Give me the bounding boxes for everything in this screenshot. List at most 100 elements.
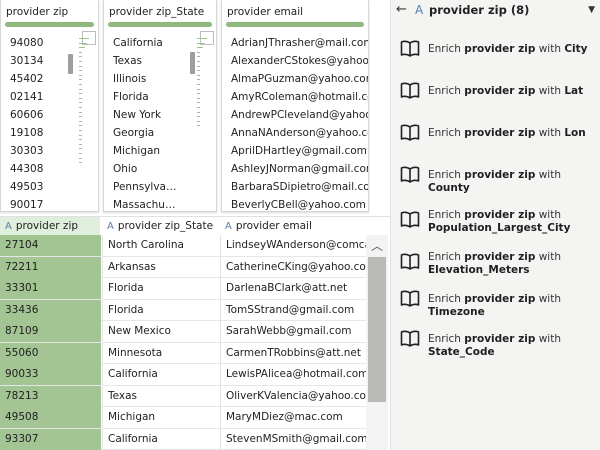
cell-provider-email[interactable]: DarlenaBClark@att.net [220,278,366,299]
enrich-prefix: Enrich [428,251,461,263]
cell-provider-zip-state[interactable]: North Carolina [102,235,218,256]
profile-value-item[interactable]: Massachu… [104,196,216,211]
table-row[interactable]: 55060 Minnesota CarmenTRobbins@att.net [0,342,366,364]
enrich-with: with [538,169,561,181]
table-row[interactable]: 33436 Florida TomSStrand@gmail.com [0,299,366,321]
profile-value-item[interactable]: 94080 [1,34,98,52]
profile-value-item[interactable]: Illinois [104,70,216,88]
column-header-provider-email[interactable]: Aprovider email [220,217,370,235]
cell-provider-email[interactable]: LewisPAlicea@hotmail.com [220,364,366,385]
cell-provider-zip-state[interactable]: Florida [102,278,218,299]
cell-provider-zip-state[interactable]: Texas [102,385,218,407]
profile-value-item[interactable]: AmyRColeman@hotmail.com [222,88,368,106]
enrich-item-label: Enrich provider zip with Lat [428,85,600,98]
profile-value-item[interactable]: BeverlyCBell@yahoo.com [222,196,368,211]
string-type-icon: A [107,221,114,232]
enrich-subject: provider zip [464,333,536,345]
cell-provider-email[interactable]: OliverKValencia@yahoo.com [220,385,366,407]
chevron-down-icon[interactable]: ▼ [588,0,595,20]
profile-value-item[interactable]: AndrewPCleveland@yahoo.c… [222,106,368,124]
profile-value-item[interactable]: Georgia [104,124,216,142]
enrich-prefix: Enrich [428,209,461,221]
table-row[interactable]: 27104 North Carolina LindseyWAnderson@comc… [0,235,366,257]
profile-value-item[interactable]: AnnaNAnderson@yahoo.com [222,124,368,142]
profile-value-item[interactable]: AlexanderCStokes@yahoo.c… [222,52,368,70]
cell-provider-zip[interactable]: 72211 [0,256,101,278]
cell-provider-zip-state[interactable]: Florida [102,299,218,321]
cell-provider-email[interactable]: SarahWebb@gmail.com [220,321,366,342]
enrich-target: State_Code [428,346,495,358]
cell-provider-zip[interactable]: 90033 [0,364,101,385]
enrich-with: with [538,209,561,221]
profile-value-item[interactable]: Ohio [104,160,216,178]
profile-value-item[interactable]: AdrianJThrasher@mail.com [222,34,368,52]
cell-provider-zip[interactable]: 78213 [0,385,101,407]
scroll-up-icon[interactable]: ︿ [371,237,383,254]
cell-provider-zip[interactable]: 33436 [0,299,101,321]
profile-value-item[interactable]: 02141 [1,88,98,106]
scrollbar-thumb[interactable] [368,257,386,402]
table-row[interactable]: 49508 Michigan MaryMDiez@mac.com [0,407,366,429]
cell-provider-email[interactable]: CarmenTRobbins@att.net [220,342,366,364]
profile-value-item[interactable]: Florida [104,88,216,106]
cell-provider-zip[interactable]: 33301 [0,278,101,299]
column-header-provider-zip[interactable]: Aprovider zip [0,217,100,235]
profile-card-title: provider email [227,6,304,18]
cell-provider-email[interactable]: LindseyWAnderson@comcast.net [220,235,366,256]
profile-value-item[interactable]: 30303 [1,142,98,160]
profile-value-item[interactable]: 19108 [1,124,98,142]
book-icon [400,165,420,183]
cell-provider-zip-state[interactable]: California [102,364,218,385]
profile-card-provider-zip[interactable]: provider zip 94080 30134 45402 02141 60606 19… [0,0,99,212]
profile-value-item[interactable]: 49503 [1,178,98,196]
profile-value-item[interactable]: Pennsylva… [104,178,216,196]
profile-value-item[interactable]: New York [104,106,216,124]
enrich-with: with [538,127,561,139]
string-type-icon: A [225,221,232,232]
profile-value-item[interactable]: Michigan [104,142,216,160]
profile-value-item[interactable]: 45402 [1,70,98,88]
profile-value-item[interactable]: AshleyJNorman@gmail.com [222,160,368,178]
vertical-scrollbar[interactable]: ︿ [366,235,388,450]
profile-card-title: provider zip [6,6,69,18]
cell-provider-zip-state[interactable]: New Mexico [102,321,218,342]
profile-value-item[interactable]: 30134 [1,52,98,70]
enrich-prefix: Enrich [428,333,461,345]
cell-provider-zip-state[interactable]: Minnesota [102,342,218,364]
profile-value-item[interactable]: California [104,34,216,52]
cell-provider-email[interactable]: MaryMDiez@mac.com [220,407,366,428]
table-row[interactable]: 78213 Texas OliverKValencia@yahoo.com [0,385,366,407]
table-row[interactable]: 72211 Arkansas CatherineCKing@yahoo.com [0,256,366,278]
cell-provider-zip-state[interactable]: Arkansas [102,256,218,278]
table-row[interactable]: 93307 California StevenMSmith@gmail.com [0,428,366,450]
cell-provider-email[interactable]: CatherineCKing@yahoo.com [220,256,366,278]
profile-value-item[interactable]: 44308 [1,160,98,178]
enrich-subject: provider zip [464,293,536,305]
back-arrow-icon[interactable]: ← [396,0,407,20]
cell-provider-zip[interactable]: 93307 [0,428,101,450]
cell-provider-zip[interactable]: 49508 [0,407,101,428]
profile-card-provider-email[interactable]: provider email AdrianJThrasher@mail.com A… [221,0,369,212]
profile-value-item[interactable]: 90017 [1,196,98,211]
profile-value-item[interactable]: Texas [104,52,216,70]
column-header-provider-zip-state[interactable]: Aprovider zip_State [102,217,218,235]
table-row[interactable]: 33301 Florida DarlenaBClark@att.net [0,278,366,300]
profile-value-item[interactable]: AprilDHartley@gmail.com [222,142,368,160]
cell-provider-email[interactable]: TomSStrand@gmail.com [220,299,366,321]
enrich-with: with [538,293,561,305]
profile-card-provider-zip-state[interactable]: provider zip_State California Texas Illino… [103,0,217,212]
cell-provider-zip-state[interactable]: Michigan [102,407,218,428]
profile-value-item[interactable]: BarbaraSDipietro@mail.com [222,178,368,196]
table-row[interactable]: 87109 New Mexico SarahWebb@gmail.com [0,321,366,343]
table-row[interactable]: 90033 California LewisPAlicea@hotmail.com [0,364,366,386]
enrich-item-label: Enrich provider zip with County [428,169,600,195]
cell-provider-zip[interactable]: 55060 [0,342,101,364]
cell-provider-zip[interactable]: 87109 [0,321,101,342]
cell-provider-email[interactable]: StevenMSmith@gmail.com [220,428,366,450]
enrich-prefix: Enrich [428,85,461,97]
enrich-item-label: Enrich provider zip with Lon [428,127,600,140]
cell-provider-zip[interactable]: 27104 [0,235,101,256]
profile-value-item[interactable]: 60606 [1,106,98,124]
profile-value-item[interactable]: AlmaPGuzman@yahoo.com [222,70,368,88]
cell-provider-zip-state[interactable]: California [102,428,218,450]
